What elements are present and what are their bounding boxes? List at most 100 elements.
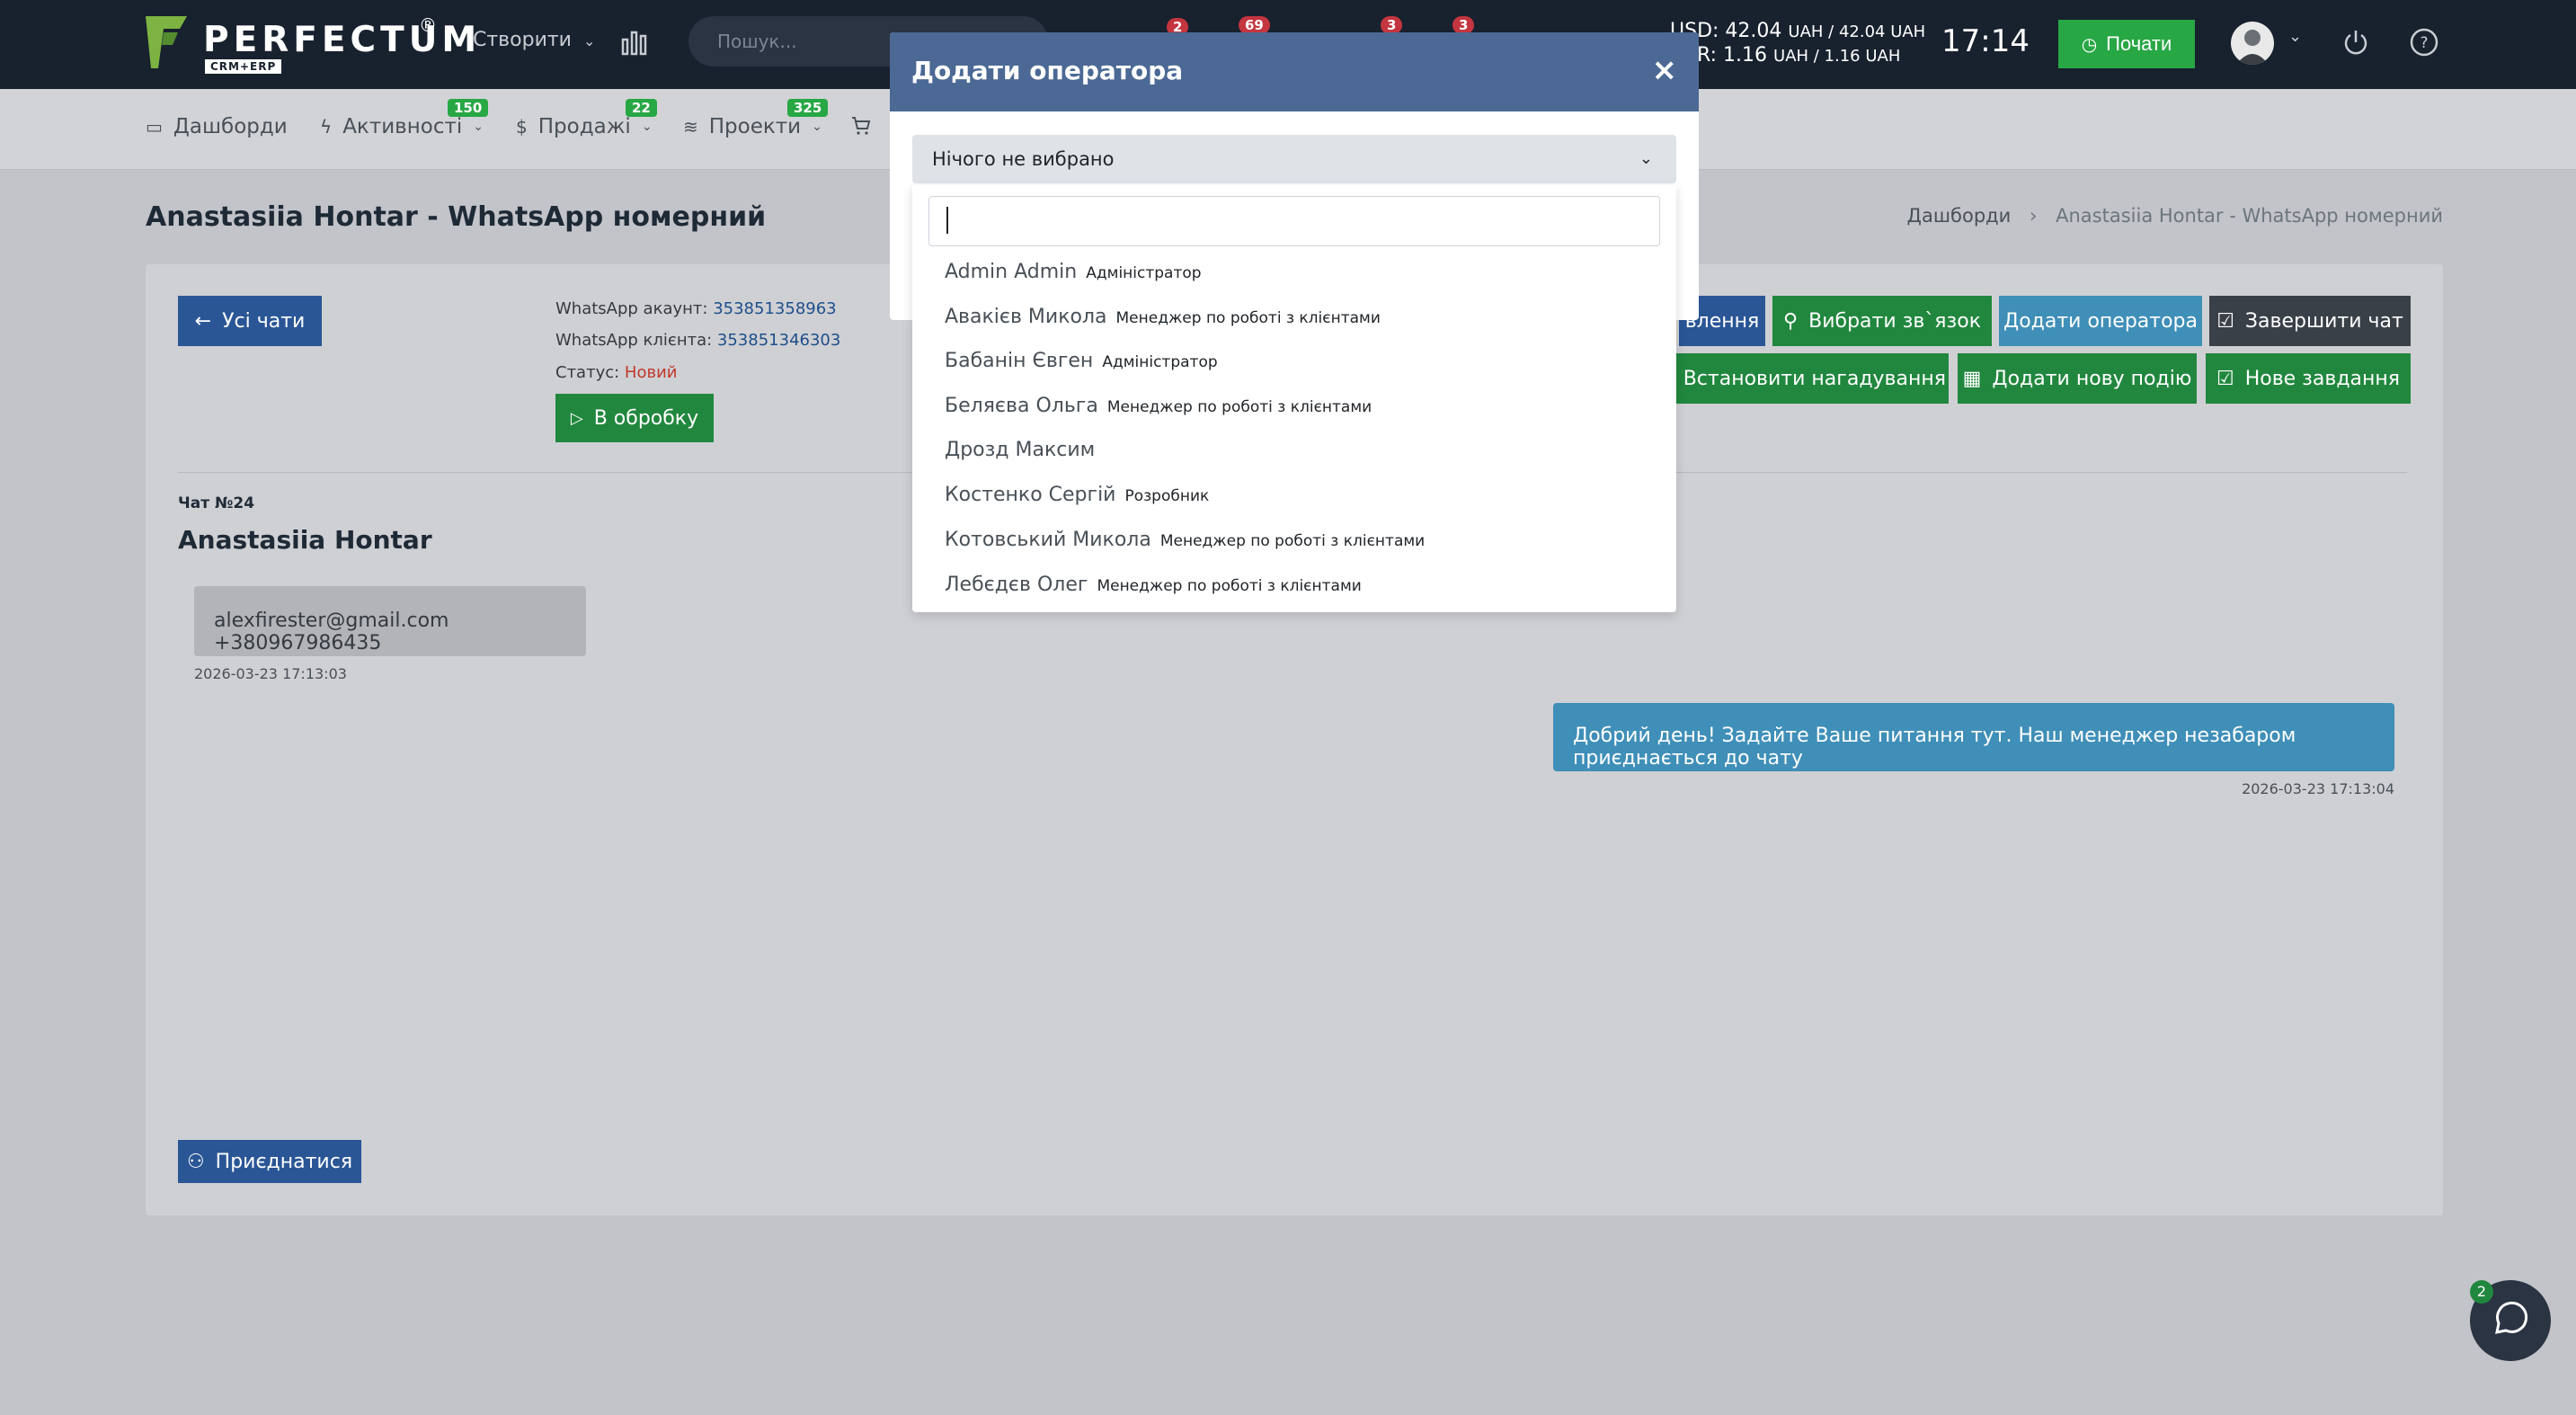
nav-item-label: Проекти: [708, 115, 802, 138]
start-label: Почати: [2106, 32, 2172, 55]
nav-item-activities[interactable]: ϟ Активності ⌄: [320, 115, 484, 138]
operator-option[interactable]: Admin Admin Адміністратор: [945, 261, 1202, 283]
close-icon[interactable]: ×: [1652, 52, 1678, 88]
operator-name: Дрозд Максим: [945, 439, 1096, 461]
set-reminder-button[interactable]: ♫ Встановити нагадування: [1652, 353, 1949, 404]
nav-item-sales[interactable]: $ Продажі ⌄: [516, 115, 653, 138]
whatsapp-client-link[interactable]: 353851346303: [717, 331, 840, 350]
all-chats-button[interactable]: ← Усі чати: [178, 296, 322, 346]
svg-text:?: ?: [2420, 34, 2428, 52]
add-operator-label: Додати оператора: [2003, 309, 2198, 333]
lightning-icon: ϟ: [320, 116, 333, 138]
all-chats-label: Усі чати: [222, 309, 306, 333]
power-icon[interactable]: [2341, 27, 2371, 58]
operator-option[interactable]: Беляєва Ольга Менеджер по роботі з клієнт…: [945, 395, 1372, 417]
whatsapp-client-row: WhatsApp клієнта: 353851346303: [555, 331, 840, 350]
logo-subtitle: CRM+ERP: [205, 59, 282, 74]
cart-icon[interactable]: [850, 115, 872, 137]
operator-option[interactable]: Котовський Микола Менеджер по роботі з кл…: [945, 529, 1425, 551]
operator-name: Котовський Микола: [945, 529, 1151, 551]
link-icon: ⚲: [1783, 309, 1799, 333]
add-event-button[interactable]: ▦ Додати нову подію: [1958, 353, 2197, 404]
incoming-message: alexfirester@gmail.com +380967986435: [194, 586, 586, 656]
contact-name: Anastasiia Hontar: [178, 525, 432, 555]
notification-badge: 3: [1452, 16, 1475, 34]
finish-chat-label: Завершити чат: [2244, 309, 2403, 333]
outgoing-message: Добрий день! Задайте Ваше питання тут. Н…: [1553, 703, 2394, 771]
operator-option[interactable]: Лебєдєв Олег Менеджер по роботі з клієнта…: [945, 574, 1362, 596]
operator-option[interactable]: Бабанін Євген Адміністратор: [945, 350, 1218, 372]
modal-header: Додати оператора ×: [890, 32, 1699, 111]
add-operator-button[interactable]: Додати оператора: [1999, 296, 2202, 346]
avatar[interactable]: [2231, 22, 2274, 65]
clock: 17:14: [1941, 23, 2030, 59]
operator-role: Менеджер по роботі з клієнтами: [1106, 398, 1372, 416]
whatsapp-account-link[interactable]: 353851358963: [713, 299, 836, 318]
operator-option[interactable]: Костенко Сергій Розробник: [945, 484, 1209, 506]
take-in-work-label: В обробку: [593, 406, 699, 430]
operator-option[interactable]: Дрозд Максим: [945, 439, 1104, 461]
breadcrumb-home[interactable]: Дашборди: [1907, 205, 2012, 227]
page-title: Anastasiia Hontar - WhatsApp номерний: [146, 201, 767, 233]
checkbox-icon: ☑: [2216, 309, 2234, 333]
operator-name: Лебєдєв Олег: [945, 574, 1088, 596]
breadcrumb-current: Anastasiia Hontar - WhatsApp номерний: [2056, 205, 2443, 227]
operator-role: Менеджер по роботі з клієнтами: [1097, 577, 1362, 595]
start-timer-button[interactable]: ◷ Почати: [2058, 20, 2195, 68]
currency-rates: USD: 42.04 UAH / 42.04 UAH EUR: 1.16 UAH…: [1670, 20, 1925, 68]
chevron-down-icon[interactable]: ⌄: [2288, 27, 2302, 46]
create-menu[interactable]: Створити ⌄: [473, 29, 595, 51]
logo[interactable]: PERFECTUM ® CRM+ERP: [144, 13, 476, 76]
nav-badge: 22: [626, 99, 657, 117]
operator-select[interactable]: Нічого не вибрано ⌄: [912, 135, 1676, 183]
notification-badge: 3: [1381, 16, 1403, 34]
operator-name: Костенко Сергій: [945, 484, 1116, 506]
calendar-icon: ▦: [1962, 367, 1982, 390]
set-reminder-label: Встановити нагадування: [1683, 367, 1947, 390]
monitor-icon: ▭: [146, 116, 163, 138]
user-plus-icon: ⚇: [186, 1150, 205, 1173]
notification-badge: 69: [1239, 16, 1270, 34]
operator-name: Admin Admin: [945, 261, 1078, 283]
chevron-down-icon: ⌄: [582, 32, 596, 49]
arrow-left-icon: ←: [194, 309, 212, 333]
logo-mark-icon: [146, 16, 187, 68]
status-label: Статус:: [555, 363, 620, 382]
eur-rate-unit: UAH / 1.16 UAH: [1773, 47, 1901, 66]
operator-search-input[interactable]: [928, 196, 1660, 246]
nav-item-label: Дашборди: [173, 115, 288, 138]
chevron-down-icon: ⌄: [641, 120, 653, 134]
incoming-message-time: 2026-03-23 17:13:03: [194, 665, 347, 682]
status-badge: Новий: [624, 363, 678, 382]
nav-item-projects[interactable]: ≋ Проекти ⌄: [683, 115, 822, 138]
nav-item-label: Активності: [342, 115, 463, 138]
bar-chart-icon[interactable]: [620, 27, 649, 56]
operator-role: Розробник: [1124, 487, 1210, 505]
operator-option[interactable]: Авакієв Микола Менеджер по роботі з клієн…: [945, 306, 1381, 328]
operator-name: Авакієв Микола: [945, 306, 1107, 328]
take-in-work-button[interactable]: ▷ В обробку: [555, 394, 714, 442]
whatsapp-account-label: WhatsApp акаунт:: [555, 299, 708, 318]
finish-chat-button[interactable]: ☑ Завершити чат: [2209, 296, 2411, 346]
operator-role: Адміністратор: [1086, 264, 1202, 282]
breadcrumb-separator-icon: ›: [2030, 205, 2038, 227]
operator-name: Бабанін Євген: [945, 350, 1094, 372]
help-icon[interactable]: ?: [2409, 27, 2439, 58]
join-chat-label: Приєднатися: [215, 1150, 353, 1173]
whatsapp-client-label: WhatsApp клієнта:: [555, 331, 713, 350]
logo-text: PERFECTUM: [203, 20, 482, 60]
nav-badge: 325: [787, 99, 829, 117]
stack-icon: ≋: [683, 116, 698, 138]
choose-link-button[interactable]: ⚲ Вибрати зв`язок: [1772, 296, 1992, 346]
clock-icon: ◷: [2081, 34, 2098, 55]
text-cursor: [946, 207, 948, 234]
new-task-button[interactable]: ☑ Нове завдання: [2206, 353, 2411, 404]
choose-link-label: Вибрати зв`язок: [1808, 309, 1981, 333]
operator-select-value: Нічого не вибрано: [932, 148, 1115, 170]
operator-dropdown: Admin Admin Адміністратор Авакієв Микола М…: [912, 185, 1676, 612]
checkbox-icon: ☑: [2216, 367, 2234, 390]
join-chat-button[interactable]: ⚇ Приєднатися: [178, 1140, 361, 1183]
status-row: Статус: Новий: [555, 363, 677, 382]
nav-item-dashboards[interactable]: ▭ Дашборди: [146, 115, 288, 138]
nav-item-label: Продажі: [537, 115, 631, 138]
